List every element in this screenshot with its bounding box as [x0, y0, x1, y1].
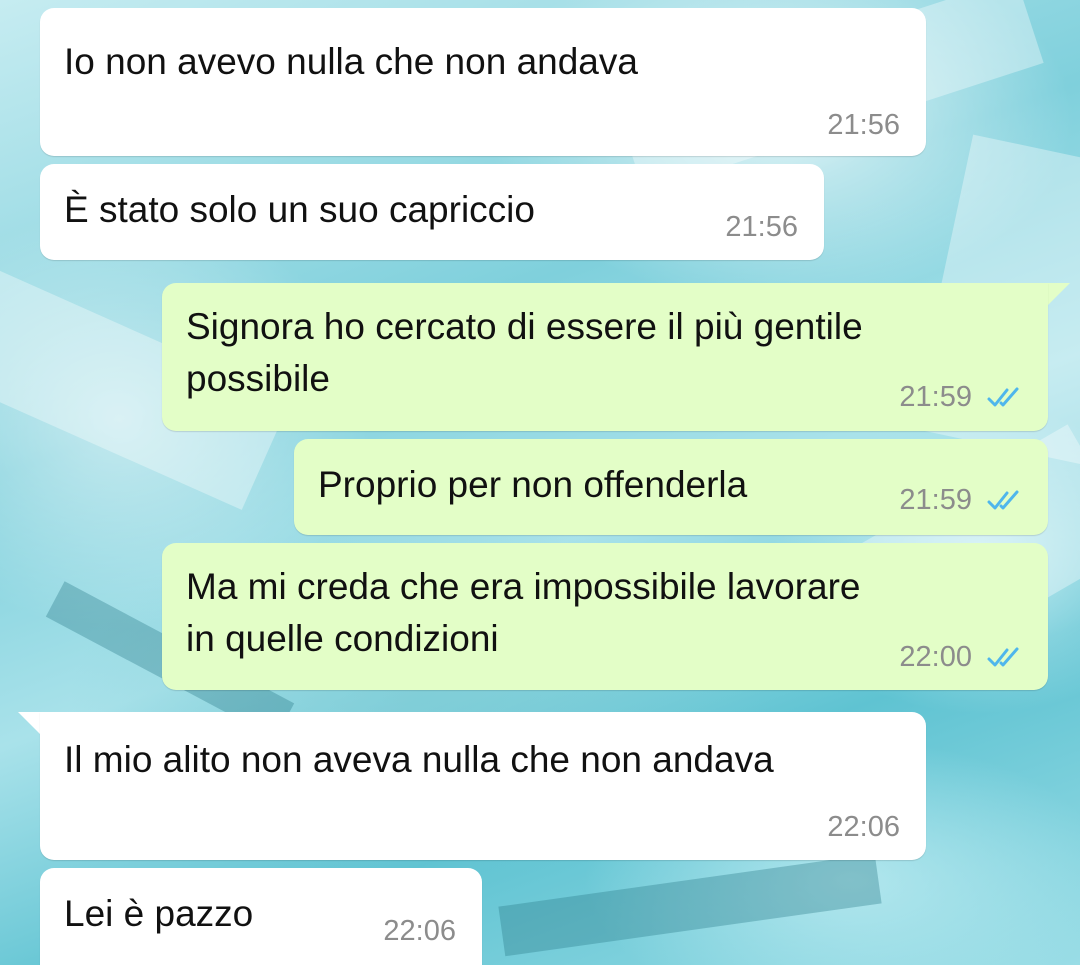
read-double-check-icon — [987, 387, 1019, 407]
message-bubble-outgoing[interactable]: Signora ho cercato di essere il più gent… — [162, 283, 1048, 431]
bubble-tail — [18, 712, 40, 734]
message-timestamp: 21:59 — [899, 381, 972, 413]
message-text: Lei è pazzo — [64, 893, 254, 934]
message-text: Io non avevo nulla che non andava — [64, 41, 638, 82]
message-timestamp: 22:00 — [899, 641, 972, 673]
message-timestamp: 21:56 — [827, 109, 900, 141]
read-double-check-icon — [987, 490, 1019, 510]
message-text-line: Signora ho cercato di essere il più gent… — [186, 306, 863, 347]
message-timestamp: 22:06 — [827, 811, 900, 843]
message-bubble-incoming[interactable]: È stato solo un suo capriccio 21:56 — [40, 164, 824, 260]
message-text: È stato solo un suo capriccio — [64, 189, 535, 230]
bubble-tail — [1048, 283, 1070, 305]
message-bubble-incoming[interactable]: Io non avevo nulla che non andava 21:56 — [40, 8, 926, 156]
message-text-line: Ma mi creda che era impossibile lavorare — [186, 566, 861, 607]
message-bubble-incoming[interactable]: Lei è pazzo 22:06 — [40, 868, 482, 965]
message-text: Proprio per non offenderla — [318, 464, 748, 505]
read-double-check-icon — [987, 647, 1019, 667]
message-bubble-outgoing[interactable]: Ma mi creda che era impossibile lavorare… — [162, 543, 1048, 690]
message-timestamp: 21:59 — [899, 484, 972, 516]
message-bubble-outgoing[interactable]: Proprio per non offenderla 21:59 — [294, 439, 1048, 535]
message-text-line: in quelle condizioni — [186, 618, 499, 659]
message-text-line: possibile — [186, 358, 330, 399]
message-timestamp: 22:06 — [383, 915, 456, 947]
message-text: Il mio alito non aveva nulla che non and… — [64, 739, 774, 780]
message-bubble-incoming[interactable]: Il mio alito non aveva nulla che non and… — [40, 712, 926, 860]
message-timestamp: 21:56 — [725, 211, 798, 243]
